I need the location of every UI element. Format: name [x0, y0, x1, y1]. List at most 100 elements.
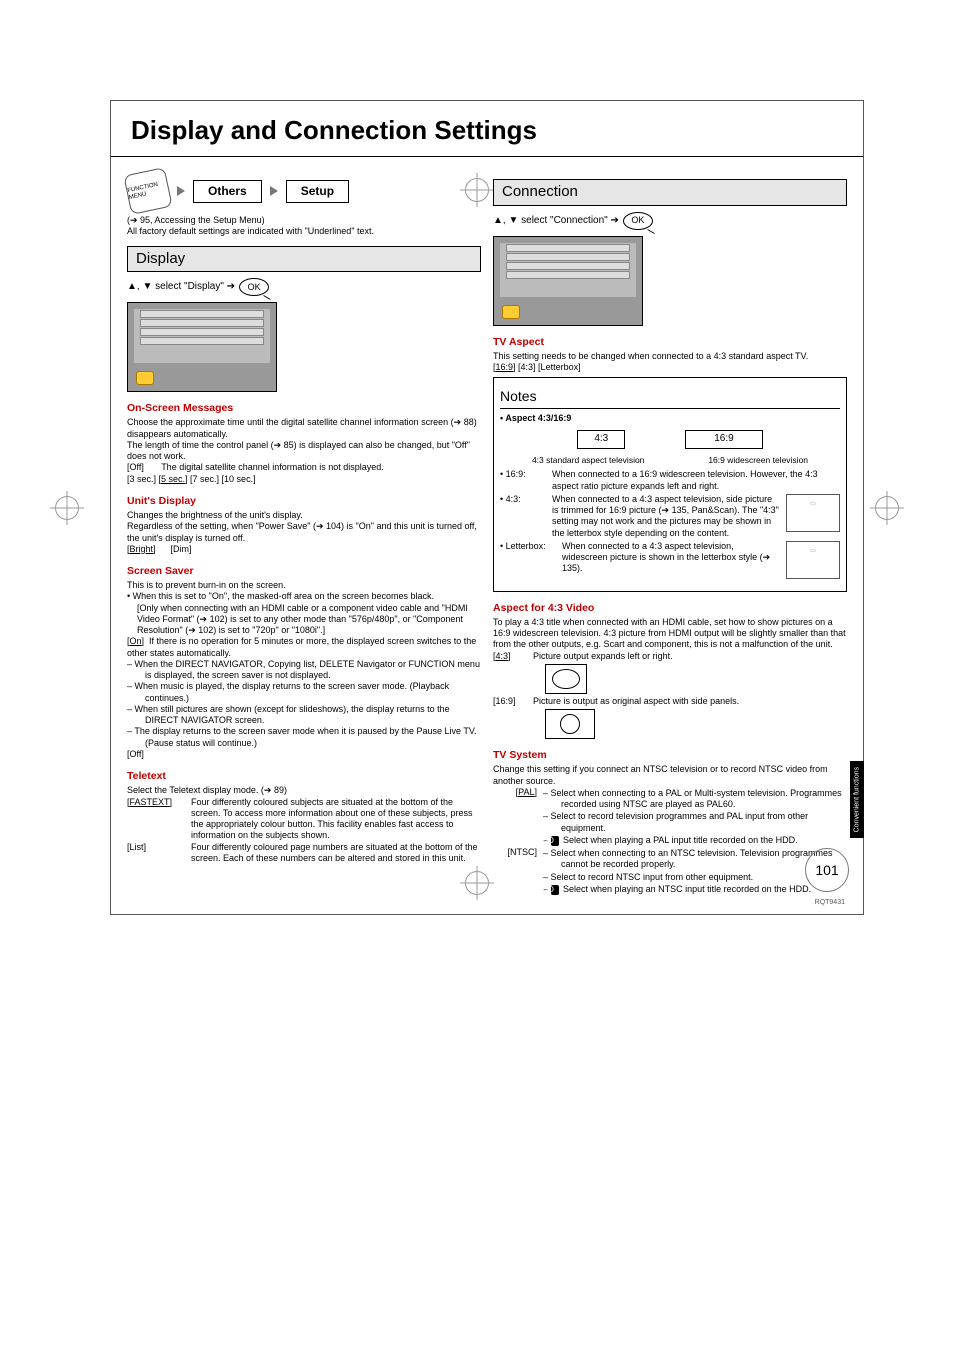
tvaspect-default: 16:9 — [496, 362, 514, 372]
return-icon — [136, 371, 154, 385]
others-button: Others — [193, 180, 262, 203]
side-tab: Convenient functions — [850, 761, 864, 838]
teletext-f-label: FASTEXT — [130, 797, 170, 807]
notes-header: Notes — [500, 386, 840, 409]
aspect43-o2: [16:9] Picture is output as original asp… — [493, 696, 847, 707]
saver-d1: – When the DIRECT NAVIGATOR, Copying lis… — [127, 659, 481, 682]
tvsystem-ntsc-d1: – Select when connecting to an NTSC tele… — [543, 848, 847, 871]
unitdisp-p2: Regardless of the setting, when "Power S… — [127, 521, 481, 544]
teletext-list: [List] Four differently coloured page nu… — [127, 842, 481, 865]
tvsystem-pal: [PAL] – Select when connecting to a PAL … — [493, 787, 847, 847]
circle-shape-icon — [545, 709, 595, 739]
notes-lb-body: ▭ When connected to a 4:3 aspect televis… — [562, 541, 840, 583]
saver-heading: Screen Saver — [127, 565, 481, 578]
saver-b1: • When this is set to "On", the masked-o… — [127, 591, 481, 602]
notes-169-body: When connected to a 16:9 widescreen tele… — [552, 469, 840, 492]
right-column: Connection ▲, ▼ select "Connection" ➔ OK… — [493, 171, 847, 896]
screen-illustration — [127, 302, 277, 392]
tvaspect-heading: TV Aspect — [493, 336, 847, 349]
breadcrumb: FUNCTION MENU Others Setup — [127, 171, 481, 211]
notes-box: Notes • Aspect 4:3/16:9 4:3 16:9 4:3 sta… — [493, 377, 847, 591]
osm-off-desc: The digital satellite channel informatio… — [161, 462, 384, 472]
osm-p1: Choose the approximate time until the di… — [127, 417, 481, 440]
ratio-43-label: 4:3 standard aspect television — [532, 455, 644, 466]
display-select-line: ▲, ▼ select "Display" ➔ OK — [127, 278, 481, 296]
saver-on-label: On — [130, 636, 142, 646]
aspect43-p1: To play a 4:3 title when connected with … — [493, 617, 847, 651]
notes-letterbox: • Letterbox: ▭ When connected to a 4:3 a… — [500, 541, 840, 583]
unitdisp-heading: Unit's Display — [127, 495, 481, 508]
osm-opts: [3 sec.] [5 sec.] [7 sec.] [10 sec.] — [127, 474, 481, 485]
osm-p2: The length of time the control panel (➔ … — [127, 440, 481, 463]
ratio-169-label: 16:9 widescreen television — [708, 455, 808, 466]
notes-169-tag: • 16:9: — [500, 469, 546, 492]
saver-off: [Off] — [127, 749, 481, 760]
saver-b1a: [Only when connecting with an HDMI cable… — [127, 603, 481, 637]
tvaspect-opts: [16:9] [4:3] [Letterbox] — [493, 362, 847, 373]
tvsystem-heading: TV System — [493, 749, 847, 762]
screen-illustration — [493, 236, 643, 326]
connection-select-text: ▲, ▼ select "Connection" ➔ — [493, 215, 619, 228]
registration-mark-icon — [875, 496, 899, 520]
tvsystem-pal-d2: – Select to record television programmes… — [543, 811, 847, 834]
oval-shape-icon — [545, 664, 587, 694]
unitdisp-opts: [Bright] [Dim] — [127, 544, 481, 555]
tvsystem-ntsc: [NTSC] – Select when connecting to an NT… — [493, 847, 847, 896]
aspect43-o1-tag: 4:3 — [496, 651, 509, 661]
hdd-tag-icon: HDD — [551, 885, 559, 895]
tv-illustration-icon: ▭ — [786, 541, 840, 579]
saver-d4: – The display returns to the screen save… — [127, 726, 481, 749]
aspect43-o2-desc: Picture is output as original aspect wit… — [533, 696, 739, 706]
registration-mark-icon — [55, 496, 79, 520]
tvsystem-ntsc-d3: – HDD Select when playing an NTSC input … — [543, 884, 847, 895]
saver-on: [On] If there is no operation for 5 minu… — [127, 636, 481, 659]
function-menu-icon: FUNCTION MENU — [123, 167, 172, 215]
page-frame: Display and Connection Settings FUNCTION… — [110, 100, 864, 915]
tvsystem-pal-d3: – HDD Select when playing a PAL input ti… — [543, 835, 847, 846]
ratio-169-box: 16:9 — [685, 430, 762, 449]
tvsystem-pal-tag: PAL — [518, 787, 534, 797]
display-select-text: ▲, ▼ select "Display" ➔ — [127, 281, 235, 294]
ok-icon: OK — [239, 278, 269, 296]
connection-select-line: ▲, ▼ select "Connection" ➔ OK — [493, 212, 847, 230]
ok-icon: OK — [623, 212, 653, 230]
notes-lb-tag: • Letterbox: — [500, 541, 556, 583]
teletext-heading: Teletext — [127, 770, 481, 783]
aspect43-o1: [4:3] Picture output expands left or rig… — [493, 651, 847, 662]
aspect43-o1-desc: Picture output expands left or right. — [533, 651, 673, 661]
teletext-p1: Select the Teletext display mode. (➔ 89) — [127, 785, 481, 796]
saver-p1: This is to prevent burn-in on the screen… — [127, 580, 481, 591]
tvsystem-pal-d1: – Select when connecting to a PAL or Mul… — [543, 788, 847, 811]
tv-illustration-icon: ▭ — [786, 494, 840, 532]
notes-43-body: ▭ When connected to a 4:3 aspect televis… — [552, 494, 840, 539]
osm-heading: On-Screen Messages — [127, 402, 481, 415]
setup-button: Setup — [286, 180, 349, 203]
intro-ref: (➔ 95, Accessing the Setup Menu) — [127, 215, 481, 226]
teletext-l-desc: Four differently coloured page numbers a… — [191, 842, 481, 865]
page-number: 101 — [805, 848, 849, 892]
hdd-tag-icon: HDD — [551, 836, 559, 846]
notes-169: • 16:9: When connected to a 16:9 widescr… — [500, 469, 840, 492]
osm-off-label: [Off] — [127, 462, 144, 472]
unitdisp-opt2: [Dim] — [171, 544, 192, 554]
ratio-43-box: 4:3 — [577, 430, 625, 449]
teletext-l-label: [List] — [127, 842, 185, 865]
osm-off: [Off] The digital satellite channel info… — [127, 462, 481, 473]
left-column: FUNCTION MENU Others Setup (➔ 95, Access… — [127, 171, 481, 896]
doc-code: RQT9431 — [815, 899, 845, 906]
display-section-header: Display — [127, 246, 481, 273]
notes-43-tag: • 4:3: — [500, 494, 546, 539]
ratio-row: 4:3 16:9 — [500, 430, 840, 449]
ratio-labels: 4:3 standard aspect television 16:9 wide… — [500, 455, 840, 466]
osm-default: 5 sec. — [161, 474, 185, 484]
unitdisp-opt1: Bright — [130, 544, 154, 554]
chevron-right-icon — [270, 186, 278, 196]
teletext-fastext: [FASTEXT] Four differently coloured subj… — [127, 797, 481, 842]
saver-d3: – When still pictures are shown (except … — [127, 704, 481, 727]
saver-d2: – When music is played, the display retu… — [127, 681, 481, 704]
saver-on-desc: If there is no operation for 5 minutes o… — [127, 636, 476, 657]
page-title: Display and Connection Settings — [111, 101, 863, 157]
tvsystem-ntsc-tag: [NTSC] — [493, 847, 537, 896]
aspect43-heading: Aspect for 4:3 Video — [493, 602, 847, 615]
notes-43: • 4:3: ▭ When connected to a 4:3 aspect … — [500, 494, 840, 539]
